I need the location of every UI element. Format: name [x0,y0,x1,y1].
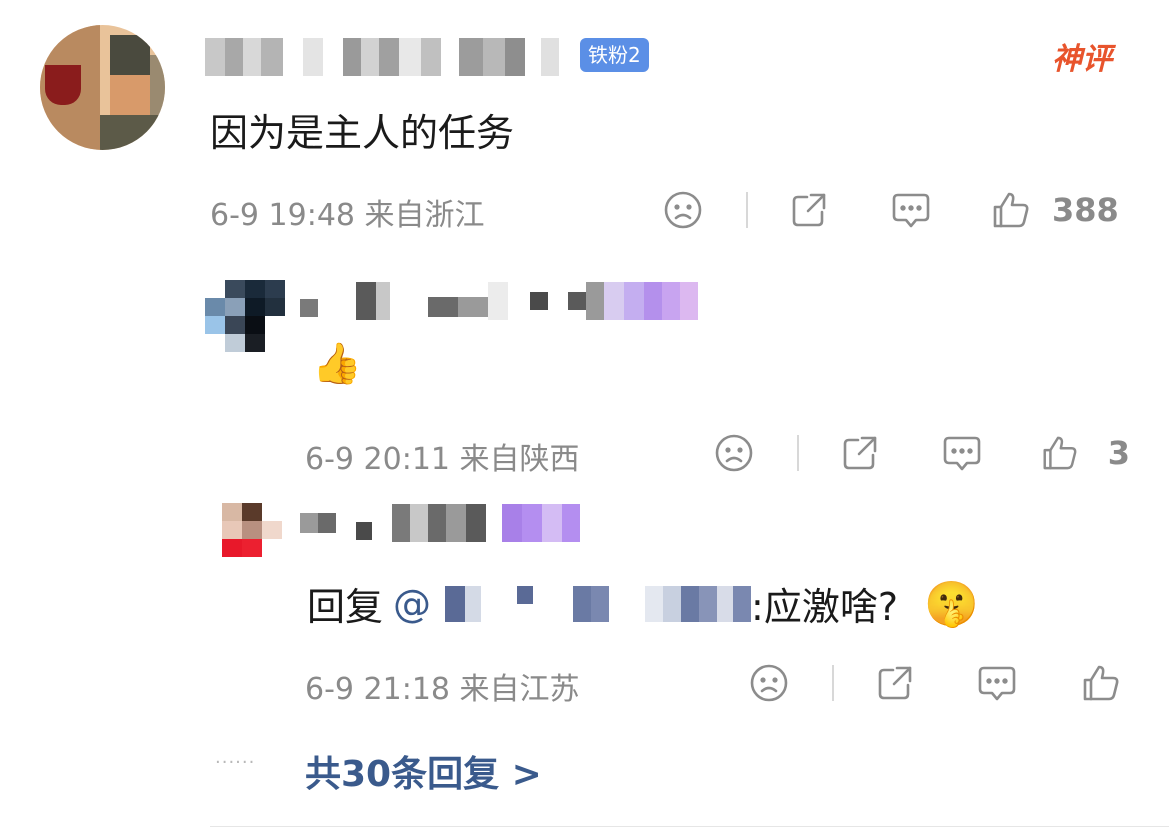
share-icon [792,193,826,227]
share-icon [878,666,912,700]
share-icon [843,436,877,470]
reply-prefix: 回复 [307,585,384,629]
share-button[interactable] [786,187,832,233]
comment-icon [943,436,981,471]
commenter-username[interactable] [205,38,559,76]
sad-face-icon [750,664,788,702]
reply1-like-count: 3 [1107,434,1130,472]
reply2-date: 6-9 21:18 来自江苏 [305,672,580,707]
reply2-text: 回复 @ :应激啥? 🤫 [307,576,979,631]
reply1-share-button[interactable] [837,430,883,476]
action-divider [797,435,799,471]
mention-link[interactable]: @ [383,582,752,626]
shenping-badge: 神评 [1052,42,1112,77]
reply1-like-button[interactable]: 3 [1040,428,1130,478]
more-dots: ······ [215,752,256,773]
reply2-username[interactable] [300,504,580,542]
comment-text: 因为是主人的任务 [210,111,515,155]
dislike-button[interactable] [660,187,706,233]
reply-message: :应激啥? [751,585,898,629]
reply-button[interactable] [888,187,934,233]
reply2-avatar[interactable] [222,503,282,557]
sad-face-icon [715,434,753,472]
reply2-share-button[interactable] [872,660,918,706]
action-divider [746,192,748,228]
reply1-reply-button[interactable] [939,430,985,476]
like-count: 388 [1052,191,1119,229]
thumbs-up-icon [1083,665,1119,701]
view-all-replies-link[interactable]: 共30条回复 > [305,745,542,797]
bottom-divider [210,826,1169,827]
comment-date: 6-9 19:48 来自浙江 [210,198,485,233]
comment-icon [892,193,930,228]
reply1-avatar[interactable] [205,280,285,352]
shush-emoji: 🤫 [924,578,979,630]
sad-face-icon [664,191,702,229]
reply2-dislike-button[interactable] [746,660,792,706]
reply2-like-button[interactable] [1078,658,1124,708]
like-button[interactable]: 388 [990,185,1125,235]
reply1-dislike-button[interactable] [711,430,757,476]
fan-badge: 铁粉2 [580,38,649,72]
thumbs-up-icon [1043,436,1077,470]
reply1-date: 6-9 20:11 来自陕西 [305,442,580,477]
reply1-username[interactable] [300,282,698,320]
reply1-text: 👍 [312,341,362,387]
commenter-avatar[interactable] [40,25,165,150]
action-divider [832,665,834,701]
comment-icon [978,666,1016,701]
thumbs-up-icon [993,192,1029,228]
reply2-reply-button[interactable] [974,660,1020,706]
